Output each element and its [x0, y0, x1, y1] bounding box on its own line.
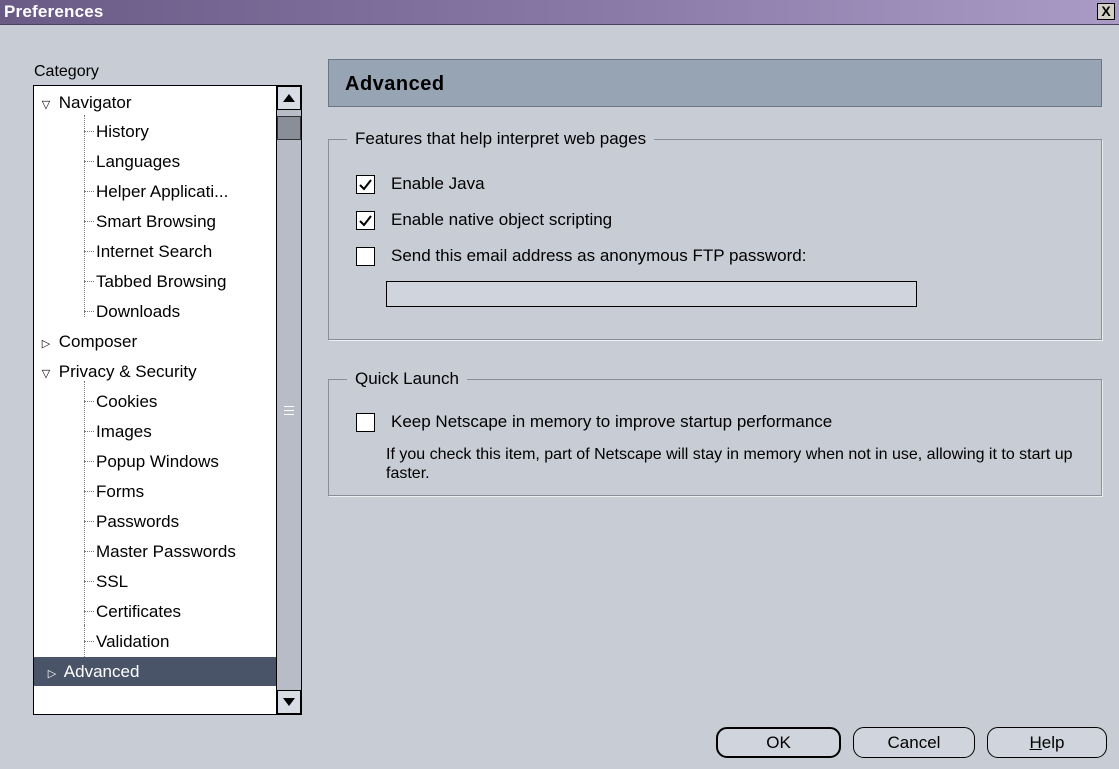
- tree-item-label: Master Passwords: [96, 542, 236, 561]
- title-bar: Preferences X: [0, 0, 1119, 25]
- category-label: Category: [34, 63, 99, 80]
- tree-item-label: Internet Search: [96, 242, 213, 261]
- help-label-rest: elp: [1041, 733, 1065, 752]
- tree-item-certificates[interactable]: Certificates: [34, 597, 276, 626]
- tree-item-forms[interactable]: Forms: [34, 477, 276, 506]
- native-scripting-label: Enable native object scripting: [391, 210, 613, 229]
- tree-item-history[interactable]: History: [34, 117, 276, 146]
- scroll-thumb[interactable]: [277, 116, 301, 140]
- tree-item-tabbed-browsing[interactable]: Tabbed Browsing: [34, 267, 276, 296]
- window-title: Preferences: [4, 2, 104, 21]
- keep-in-memory-checkbox[interactable]: [356, 413, 375, 432]
- tree-item-label: Composer: [58, 332, 138, 351]
- tree-item-cookies[interactable]: Cookies: [34, 387, 276, 416]
- scroll-grip-icon: [284, 406, 294, 418]
- tree-item-label: History: [96, 122, 149, 141]
- ftp-password-label: Send this email address as anonymous FTP…: [391, 246, 807, 265]
- tree-item-label: Validation: [96, 632, 170, 651]
- checkmark-icon: [359, 215, 372, 227]
- ftp-email-input[interactable]: [386, 281, 917, 307]
- enable-java-label: Enable Java: [391, 174, 485, 193]
- keep-in-memory-label: Keep Netscape in memory to improve start…: [391, 412, 833, 431]
- tree-item-popup-windows[interactable]: Popup Windows: [34, 447, 276, 476]
- expanded-arrow-icon[interactable]: ▽: [38, 91, 54, 120]
- tree-item-label: Passwords: [96, 512, 180, 531]
- quick-launch-legend: Quick Launch: [347, 369, 467, 389]
- help-button[interactable]: Help: [987, 727, 1107, 758]
- tree-item-label: Tabbed Browsing: [96, 272, 227, 291]
- category-tree[interactable]: ▽ Navigator History Languages Helper App…: [33, 85, 277, 715]
- tree-item-downloads[interactable]: Downloads: [34, 297, 276, 326]
- tree-item-label: Cookies: [96, 392, 158, 411]
- tree-item-label: Advanced: [63, 662, 140, 681]
- tree-item-internet-search[interactable]: Internet Search: [34, 237, 276, 266]
- help-mnemonic: H: [1029, 733, 1042, 752]
- expanded-arrow-icon[interactable]: ▽: [38, 360, 54, 389]
- tree-item-label: Helper Applicati...: [96, 182, 229, 201]
- tree-scrollbar[interactable]: [276, 85, 302, 715]
- features-group: Features that help interpret web pages: [328, 129, 1102, 340]
- collapsed-arrow-icon[interactable]: ▷: [44, 660, 60, 689]
- collapsed-arrow-icon[interactable]: ▷: [38, 330, 54, 359]
- tree-item-images[interactable]: Images: [34, 417, 276, 446]
- enable-java-checkbox[interactable]: [356, 175, 375, 194]
- arrow-up-icon: [283, 94, 295, 102]
- scroll-up-button[interactable]: [277, 86, 301, 110]
- tree-item-ssl[interactable]: SSL: [34, 567, 276, 596]
- tree-item-master-passwords[interactable]: Master Passwords: [34, 537, 276, 566]
- tree-item-label: Images: [96, 422, 152, 441]
- tree-item-label: Navigator: [58, 93, 132, 112]
- quick-launch-description: If you check this item, part of Netscape…: [386, 446, 1073, 482]
- arrow-down-icon: [283, 698, 295, 706]
- checkmark-icon: [359, 179, 372, 191]
- tree-item-advanced[interactable]: ▷ Advanced: [34, 657, 276, 689]
- native-scripting-checkbox[interactable]: [356, 211, 375, 230]
- cancel-button[interactable]: Cancel: [853, 727, 975, 758]
- ftp-password-checkbox[interactable]: [356, 247, 375, 266]
- tree-item-label: Popup Windows: [96, 452, 219, 471]
- scroll-down-button[interactable]: [277, 690, 301, 714]
- tree-item-passwords[interactable]: Passwords: [34, 507, 276, 536]
- close-button[interactable]: X: [1097, 3, 1115, 20]
- tree-item-label: Downloads: [96, 302, 181, 321]
- tree-item-composer[interactable]: ▷ Composer: [34, 327, 276, 359]
- ok-button[interactable]: OK: [716, 727, 841, 758]
- tree-item-smart-browsing[interactable]: Smart Browsing: [34, 207, 276, 236]
- features-legend: Features that help interpret web pages: [347, 129, 655, 149]
- tree-item-privacy-security[interactable]: ▽ Privacy & Security: [34, 357, 276, 389]
- panel-title: Advanced: [345, 73, 445, 95]
- tree-item-label: Forms: [96, 482, 145, 501]
- tree-item-languages[interactable]: Languages: [34, 147, 276, 176]
- tree-item-helper-applications[interactable]: Helper Applicati...: [34, 177, 276, 206]
- tree-item-label: SSL: [96, 572, 129, 591]
- tree-item-navigator[interactable]: ▽ Navigator: [34, 88, 276, 120]
- tree-item-label: Languages: [96, 152, 181, 171]
- tree-item-label: Privacy & Security: [58, 362, 197, 381]
- tree-item-label: Certificates: [96, 602, 182, 621]
- tree-item-validation[interactable]: Validation: [34, 625, 276, 656]
- tree-item-label: Smart Browsing: [96, 212, 216, 231]
- panel-header: Advanced: [328, 59, 1102, 107]
